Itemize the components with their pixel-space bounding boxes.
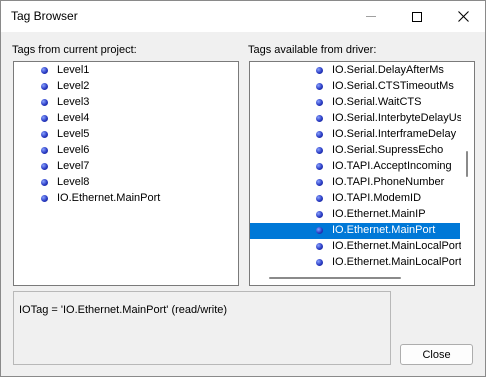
list-item-label: Level3 <box>57 96 90 108</box>
tag-bullet-icon <box>316 131 323 138</box>
project-tags-list[interactable]: Level1 Level2 Level3 Level4 Level5 Level6 Leve… <box>13 61 239 286</box>
list-item-label: IO.Serial.DelayAfterMs <box>332 64 444 76</box>
list-item[interactable]: IO.Serial.SupressEcho <box>250 143 460 159</box>
close-window-button[interactable] <box>440 1 486 32</box>
tag-bullet-icon <box>316 259 323 266</box>
title-bar[interactable]: Tag Browser <box>1 1 485 32</box>
list-item[interactable]: IO.Ethernet.MainLocalPort <box>250 255 462 271</box>
list-item-label: Level6 <box>57 144 90 156</box>
tag-bullet-icon <box>316 83 323 90</box>
list-item[interactable]: Level1 <box>14 63 238 79</box>
maximize-button[interactable] <box>394 1 440 32</box>
list-item-label: Level5 <box>57 128 90 140</box>
list-item[interactable]: Level5 <box>14 127 238 143</box>
project-tags-label: Tags from current project: <box>12 44 137 56</box>
tag-bullet-icon <box>316 211 323 218</box>
list-item-label: IO.Serial.InterbyteDelayUs <box>332 112 463 124</box>
tag-bullet-icon <box>41 195 48 202</box>
close-button[interactable]: Close <box>400 344 473 365</box>
maximize-icon <box>412 11 422 22</box>
driver-tags-label: Tags available from driver: <box>248 44 377 56</box>
tag-bullet-icon <box>41 115 48 122</box>
list-item[interactable]: Level2 <box>14 79 238 95</box>
tag-bullet-icon <box>41 179 48 186</box>
horizontal-scrollbar[interactable] <box>251 272 473 284</box>
tag-bullet-icon <box>316 179 323 186</box>
list-item[interactable]: IO.Serial.DelayAfterMs <box>250 63 460 79</box>
list-item[interactable]: IO.TAPI.ModemID <box>250 191 460 207</box>
list-item[interactable]: Level6 <box>14 143 238 159</box>
list-item[interactable]: IO.Ethernet.MainLocalPort <box>250 239 462 255</box>
list-item[interactable]: Level3 <box>14 95 238 111</box>
list-item[interactable]: IO.Ethernet.MainIP <box>250 207 460 223</box>
tag-bullet-icon <box>41 67 48 74</box>
list-item-label: IO.Serial.SupressEcho <box>332 144 444 156</box>
list-item-label: IO.TAPI.PhoneNumber <box>332 176 445 188</box>
tag-bullet-icon <box>316 195 323 202</box>
tag-bullet-icon <box>316 115 323 122</box>
tag-bullet-icon <box>316 243 323 250</box>
list-item-label: IO.Serial.CTSTimeoutMs <box>332 80 454 92</box>
list-item[interactable]: IO.Ethernet.MainPort <box>14 191 238 207</box>
list-item-label: Level4 <box>57 112 90 124</box>
horizontal-scroll-thumb[interactable] <box>269 277 401 279</box>
window-title: Tag Browser <box>11 9 78 23</box>
list-item[interactable]: IO.Serial.InterframeDelay <box>250 127 460 143</box>
list-item[interactable]: IO.Serial.CTSTimeoutMs <box>250 79 460 95</box>
list-item-label: IO.Ethernet.MainLocalPort <box>332 240 462 252</box>
tag-bullet-icon <box>316 147 323 154</box>
tag-bullet-icon <box>316 163 323 170</box>
list-item[interactable]: IO.Serial.InterbyteDelayUs <box>250 111 463 127</box>
tag-bullet-icon <box>41 147 48 154</box>
vertical-scrollbar[interactable] <box>461 63 473 285</box>
tag-bullet-icon <box>41 131 48 138</box>
driver-tags-list[interactable]: IO.Serial.DelayAfterMs IO.Serial.CTSTimeo… <box>249 61 475 286</box>
tag-info-box: IOTag = 'IO.Ethernet.MainPort' (read/wri… <box>13 291 391 365</box>
list-item-label: Level7 <box>57 160 90 172</box>
tag-browser-window: Tag Browser Tags from current project: L… <box>0 0 486 377</box>
tag-info-text: IOTag = 'IO.Ethernet.MainPort' (read/wri… <box>19 304 228 316</box>
vertical-scroll-thumb[interactable] <box>466 151 468 177</box>
tag-bullet-icon <box>41 163 48 170</box>
list-item-label: IO.Ethernet.MainIP <box>332 208 426 220</box>
list-item-label: IO.Serial.InterframeDelay <box>332 128 457 140</box>
tag-bullet-icon <box>41 99 48 106</box>
list-item[interactable]: IO.TAPI.AcceptIncoming <box>250 159 460 175</box>
list-item[interactable]: IO.TAPI.PhoneNumber <box>250 175 460 191</box>
list-item-label: IO.Serial.WaitCTS <box>332 96 422 108</box>
list-item[interactable]: Level8 <box>14 175 238 191</box>
tag-bullet-icon <box>316 227 323 234</box>
tag-bullet-icon <box>316 99 323 106</box>
close-icon <box>457 11 469 22</box>
minimize-icon <box>366 16 376 17</box>
list-item-label: IO.Ethernet.MainPort <box>332 224 436 236</box>
list-item[interactable]: IO.Serial.WaitCTS <box>250 95 460 111</box>
list-item[interactable]: IO.Ethernet.MainPort <box>250 223 460 239</box>
list-item-label: IO.TAPI.AcceptIncoming <box>332 160 452 172</box>
list-item[interactable]: Level4 <box>14 111 238 127</box>
list-item-label: IO.Ethernet.MainLocalPort <box>332 256 462 268</box>
list-item-label: IO.TAPI.ModemID <box>332 192 422 204</box>
list-item[interactable]: Level7 <box>14 159 238 175</box>
tag-bullet-icon <box>41 83 48 90</box>
list-item-label: Level2 <box>57 80 90 92</box>
list-item-label: IO.Ethernet.MainPort <box>57 192 161 204</box>
tag-bullet-icon <box>316 67 323 74</box>
list-item-label: Level1 <box>57 64 90 76</box>
list-item-label: Level8 <box>57 176 90 188</box>
minimize-button[interactable] <box>348 1 394 32</box>
